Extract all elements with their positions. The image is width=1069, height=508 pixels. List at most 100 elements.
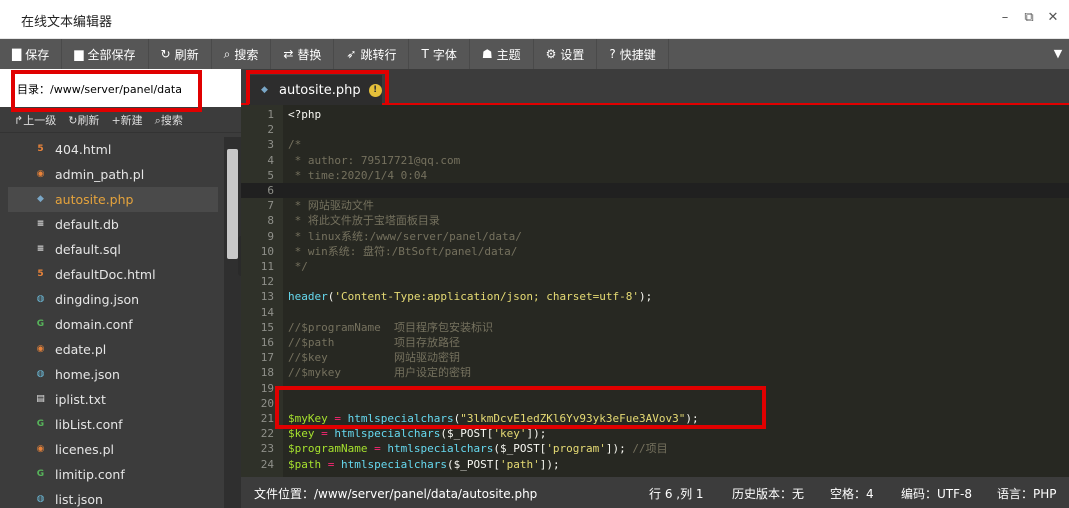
code-line[interactable]: 2 bbox=[241, 122, 1069, 137]
replace-icon: ⇄ bbox=[283, 47, 294, 61]
toolbar-refresh-button[interactable]: ↻ 刷新 bbox=[149, 39, 212, 69]
sidebar-go-up-button[interactable]: ↱上一级 bbox=[14, 112, 56, 128]
close-icon[interactable]: ✕ bbox=[1047, 11, 1059, 24]
code-editor[interactable]: 1 <?php 2 3/* 4 * author: 79517721@qq.com 5 *… bbox=[241, 105, 1069, 477]
code-line[interactable]: 8 * 将此文件放于宝塔面板目录 bbox=[241, 213, 1069, 228]
code-line[interactable]: 9 * linux系统:/www/server/panel/data/ bbox=[241, 229, 1069, 244]
status-history[interactable]: 历史版本：无 bbox=[732, 485, 804, 502]
code-line[interactable]: 3 /* bbox=[241, 137, 1069, 152]
line-number: 22 bbox=[260, 427, 274, 441]
code-line[interactable]: 22 $key = htmlspecialchars($_POST['key'])… bbox=[241, 426, 1069, 441]
code-token: * 网站驱动文件 bbox=[288, 199, 374, 213]
code-line[interactable]: 7 * 网站驱动文件 bbox=[241, 198, 1069, 213]
conf-file-icon: G bbox=[36, 469, 45, 479]
status-language[interactable]: 语言：PHP bbox=[997, 485, 1057, 502]
code-token: ($_POST[ bbox=[446, 457, 500, 471]
code-token: /* bbox=[288, 138, 302, 152]
txt-file-icon: ▤ bbox=[36, 394, 45, 404]
status-encoding[interactable]: 编码：UTF-8 bbox=[901, 485, 972, 502]
toolbar-save-all-button[interactable]: ▆ 全部保存 bbox=[62, 39, 149, 69]
code-text: * 网站驱动文件 bbox=[288, 198, 374, 213]
toolbar-button-label: 全部保存 bbox=[87, 47, 136, 62]
code-token: * author: 79517721@qq.com bbox=[288, 153, 461, 167]
code-text: $key = htmlspecialchars($_POST['key']); bbox=[288, 426, 546, 441]
code-line[interactable]: 6 bbox=[241, 183, 1069, 198]
db-file-icon: ≡ bbox=[36, 219, 45, 229]
code-line[interactable]: 23 $programName = htmlspecialchars($_POST… bbox=[241, 441, 1069, 456]
tab-autosite-php[interactable]: ◆ autosite.php ! bbox=[249, 75, 382, 105]
maximize-icon[interactable]: ⧉ bbox=[1023, 11, 1035, 24]
code-token: ]); bbox=[539, 457, 560, 471]
code-line[interactable]: 14 bbox=[241, 305, 1069, 320]
file-list-item[interactable]: ◉ admin_path.pl bbox=[0, 162, 224, 187]
sidebar-refresh-button[interactable]: ↻刷新 bbox=[68, 112, 99, 128]
code-line[interactable]: 11 */ bbox=[241, 259, 1069, 274]
file-list-item[interactable]: ◆ autosite.php bbox=[8, 187, 218, 212]
toolbar-theme-button[interactable]: ☗ 主题 bbox=[470, 39, 534, 69]
file-list-item[interactable]: ≡ default.db bbox=[0, 212, 224, 237]
code-text: * author: 79517721@qq.com bbox=[288, 153, 461, 168]
code-token: "3lkmDcvE1edZKl6Yv93yk3eFue3AVov3" bbox=[460, 412, 686, 425]
code-line[interactable]: 4 * author: 79517721@qq.com bbox=[241, 153, 1069, 168]
file-list-item[interactable]: 5 defaultDoc.html bbox=[0, 262, 224, 287]
toolbar-goto-line-button[interactable]: ➶ 跳转行 bbox=[334, 39, 410, 69]
toolbar-button-label: 字体 bbox=[432, 47, 457, 62]
file-list-item[interactable]: ≡ default.sql bbox=[0, 237, 224, 262]
code-token: 'path' bbox=[499, 457, 540, 471]
conf-file-icon: G bbox=[36, 419, 45, 429]
toolbar-replace-button[interactable]: ⇄ 替换 bbox=[271, 39, 335, 69]
tab-label: autosite.php bbox=[279, 82, 361, 98]
toolbar-collapse-chevron-icon[interactable]: ▼ bbox=[1047, 39, 1069, 69]
code-line[interactable]: 18 //$mykey 用户设定的密钥 bbox=[241, 365, 1069, 380]
file-list-item[interactable]: Glimitip.conf bbox=[0, 462, 224, 487]
code-line[interactable]: 12 bbox=[241, 274, 1069, 289]
scrollbar-thumb[interactable] bbox=[227, 149, 238, 259]
file-list-scrollbar[interactable] bbox=[224, 137, 241, 508]
code-token: $path bbox=[288, 457, 322, 471]
toolbar-shortcut-button[interactable]: ? 快捷键 bbox=[597, 39, 669, 69]
json-file-icon: ◍ bbox=[36, 494, 45, 504]
toolbar-search-button[interactable]: ⌕ 搜索 bbox=[212, 39, 272, 69]
sidebar-action-label: 刷新 bbox=[77, 113, 100, 127]
code-line[interactable]: 13 header('Content-Type:application/json;… bbox=[241, 289, 1069, 304]
sidebar-new-button[interactable]: +新建 bbox=[111, 112, 142, 128]
code-line[interactable]: 1 <?php bbox=[241, 107, 1069, 122]
file-list-item[interactable]: ◉ licenes.pl bbox=[0, 437, 224, 462]
code-line[interactable]: 5 * time:2020/1/4 0:04 bbox=[241, 168, 1069, 183]
toolbar-button-label: 保存 bbox=[25, 47, 50, 62]
json-file-icon: ◍ bbox=[36, 369, 45, 379]
code-line[interactable]: 17 //$key 网站驱动密钥 bbox=[241, 350, 1069, 365]
minimize-icon[interactable]: – bbox=[999, 11, 1011, 24]
code-line[interactable]: 15 //$programName 项目程序包安装标识 bbox=[241, 320, 1069, 335]
file-list-item[interactable]: ◉ edate.pl bbox=[0, 337, 224, 362]
code-line[interactable]: 16 //$path 项目存放路径 bbox=[241, 335, 1069, 350]
code-text: //$path 项目存放路径 bbox=[288, 335, 460, 350]
code-text: */ bbox=[288, 259, 308, 274]
sidebar-actions: ↱上一级 ↻刷新 +新建 ⌕搜索 bbox=[0, 107, 241, 133]
status-spaces[interactable]: 空格：4 bbox=[830, 485, 874, 502]
toolbar-settings-button[interactable]: ⚙ 设置 bbox=[534, 39, 598, 69]
code-line[interactable]: 10 * win系统: 盘符:/BtSoft/panel/data/ bbox=[241, 244, 1069, 259]
line-number: 8 bbox=[267, 214, 274, 228]
file-list-item[interactable]: GlibList.conf bbox=[0, 412, 224, 437]
code-token: = bbox=[327, 412, 348, 425]
file-list-item[interactable]: ◍ list.json bbox=[0, 487, 224, 508]
file-list-item[interactable]: 5 404.html bbox=[0, 137, 224, 162]
sidebar-search-button[interactable]: ⌕搜索 bbox=[155, 112, 183, 128]
file-list-item[interactable]: Gdomain.conf bbox=[0, 312, 224, 337]
go-up-icon: ↱ bbox=[14, 113, 24, 127]
toolbar-font-button[interactable]: T 字体 bbox=[409, 39, 470, 69]
file-list-item[interactable]: ◍ dingding.json bbox=[0, 287, 224, 312]
code-token: <?php bbox=[288, 108, 322, 121]
code-line[interactable]: 21 $myKey = htmlspecialchars("3lkmDcvE1ed… bbox=[241, 411, 1069, 426]
file-sidebar: 目录：/www/server/panel/data ↱上一级 ↻刷新 +新建 ⌕搜索 … bbox=[0, 69, 241, 508]
code-token: 'key' bbox=[493, 427, 527, 441]
file-list-item[interactable]: ▤ iplist.txt bbox=[0, 387, 224, 412]
shortcut-icon: ? bbox=[609, 47, 616, 61]
code-line[interactable]: 19 bbox=[241, 381, 1069, 396]
file-list-item[interactable]: ◍ home.json bbox=[0, 362, 224, 387]
code-line[interactable]: 24 $path = htmlspecialchars($_POST['path'… bbox=[241, 457, 1069, 472]
toolbar-save-button[interactable]: ▇ 保存 bbox=[0, 39, 63, 69]
code-line[interactable]: 20 bbox=[241, 396, 1069, 411]
code-token: //项目 bbox=[632, 442, 668, 456]
